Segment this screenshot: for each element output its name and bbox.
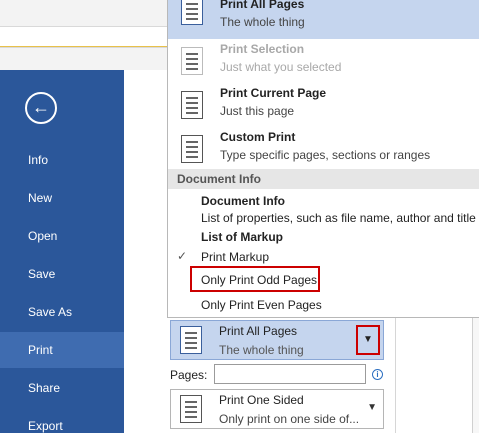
menu-item-print-markup[interactable]: Print Markup	[201, 250, 269, 264]
dropdown-arrow-button[interactable]: ▼	[356, 325, 380, 355]
sides-selector[interactable]: Print One Sided Only print on one side o…	[170, 389, 384, 429]
sidebar-item-print[interactable]: Print	[0, 332, 124, 368]
section-header-document-info: Document Info	[168, 169, 479, 189]
custom-print-icon	[181, 135, 203, 163]
menu-item-print-current-page[interactable]: Print Current Page Just this page	[168, 84, 479, 128]
menu-item-list-of-markup[interactable]: List of Markup	[201, 230, 283, 244]
page-icon	[181, 91, 203, 119]
menu-item-custom-print[interactable]: Custom Print Type specific pages, sectio…	[168, 128, 479, 172]
pages-input[interactable]	[214, 364, 366, 384]
sidebar-item-export[interactable]: Export	[0, 408, 124, 444]
sides-selector-subtitle: Only print on one side of...	[219, 412, 360, 426]
checkmark-icon: ✓	[177, 249, 188, 263]
pages-selector-title: Print All Pages	[219, 324, 298, 338]
one-sided-icon	[180, 395, 202, 423]
backstage-sidebar: ← Info New Open Save Save As Print Share…	[0, 70, 124, 433]
sidebar-item-save[interactable]: Save	[0, 256, 124, 292]
menu-item-subtitle: Just what you selected	[220, 60, 342, 74]
menu-item-document-info[interactable]: Document Info	[201, 194, 285, 208]
pages-selector-subtitle: The whole thing	[219, 343, 304, 357]
info-icon[interactable]: i	[372, 369, 383, 380]
document-icon	[180, 326, 202, 354]
menu-item-subtitle: Just this page	[220, 104, 295, 118]
sidebar-item-save-as[interactable]: Save As	[0, 294, 124, 330]
chevron-down-icon: ▼	[367, 402, 377, 413]
pages-selector[interactable]: Print All Pages The whole thing	[170, 320, 384, 360]
menu-item-title: Print Current Page	[220, 86, 327, 100]
menu-item-title: Print All Pages	[220, 0, 305, 11]
sidebar-item-info[interactable]: Info	[0, 142, 124, 178]
menu-item-subtitle: Type specific pages, sections or ranges	[220, 148, 431, 162]
pages-dropdown-menu: Print All Pages The whole thing Print Se…	[167, 0, 479, 318]
menu-item-title: Custom Print	[220, 130, 296, 144]
menu-item-subtitle: The whole thing	[220, 15, 305, 29]
menu-item-title: Print Selection	[220, 42, 305, 56]
back-arrow-icon[interactable]: ←	[25, 92, 57, 124]
sidebar-item-open[interactable]: Open	[0, 218, 124, 254]
document-info-description: List of properties, such as file name, a…	[201, 211, 476, 225]
pages-label: Pages:	[170, 368, 208, 382]
sidebar-item-share[interactable]: Share	[0, 370, 124, 406]
selection-icon	[181, 47, 203, 75]
menu-item-print-selection: Print Selection Just what you selected	[168, 40, 479, 84]
menu-item-only-even-pages[interactable]: Only Print Even Pages	[201, 298, 322, 312]
sidebar-item-new[interactable]: New	[0, 180, 124, 216]
sides-selector-title: Print One Sided	[219, 393, 304, 407]
menu-item-only-odd-pages[interactable]: Only Print Odd Pages	[201, 273, 317, 287]
menu-item-print-all-pages[interactable]: Print All Pages The whole thing	[168, 0, 479, 39]
document-icon	[181, 0, 203, 25]
